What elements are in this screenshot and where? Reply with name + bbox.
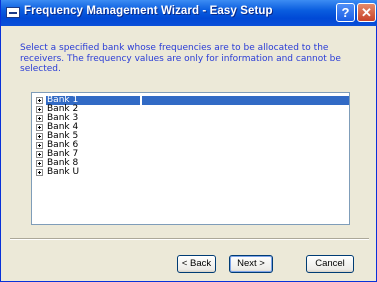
footer-separator — [10, 238, 369, 240]
tree-item-bank-7[interactable]: Bank 7 — [32, 150, 349, 159]
tree-item-bank-u[interactable]: Bank U — [32, 168, 349, 177]
tree-item-bank-8[interactable]: Bank 8 — [32, 159, 349, 168]
tree-item-bank-1[interactable]: Bank 1 — [32, 96, 349, 105]
expand-icon[interactable] — [36, 115, 43, 122]
expand-icon[interactable] — [36, 142, 43, 149]
tree-item-label: Bank U — [47, 167, 80, 177]
expand-icon[interactable] — [36, 97, 43, 104]
expand-icon[interactable] — [36, 106, 43, 113]
expand-icon[interactable] — [36, 133, 43, 140]
bank-tree[interactable]: Bank 1 Bank 2 Bank 3 Bank 4 Bank 5 Bank … — [31, 92, 350, 225]
tree-item-bank-3[interactable]: Bank 3 — [32, 114, 349, 123]
close-button[interactable]: ✕ — [357, 3, 376, 22]
help-button[interactable]: ? — [336, 3, 355, 22]
tree-item-bank-2[interactable]: Bank 2 — [32, 105, 349, 114]
tree-item-bank-6[interactable]: Bank 6 — [32, 141, 349, 150]
expand-icon[interactable] — [36, 151, 43, 158]
wizard-window: Frequency Management Wizard - Easy Setup… — [0, 0, 377, 282]
instructions-text: Select a specified bank whose frequencie… — [20, 43, 341, 74]
back-button[interactable]: < Back — [177, 255, 216, 273]
next-button[interactable]: Next > — [229, 255, 273, 273]
expand-icon[interactable] — [36, 160, 43, 167]
tree-item-bank-4[interactable]: Bank 4 — [32, 123, 349, 132]
title-bar[interactable]: Frequency Management Wizard - Easy Setup… — [1, 0, 377, 26]
selection-highlight — [142, 96, 349, 105]
tree-item-bank-5[interactable]: Bank 5 — [32, 132, 349, 141]
expand-icon[interactable] — [36, 169, 43, 176]
window-title: Frequency Management Wizard - Easy Setup — [24, 5, 273, 17]
app-icon — [6, 7, 20, 18]
cancel-button[interactable]: Cancel — [306, 255, 354, 273]
expand-icon[interactable] — [36, 124, 43, 131]
